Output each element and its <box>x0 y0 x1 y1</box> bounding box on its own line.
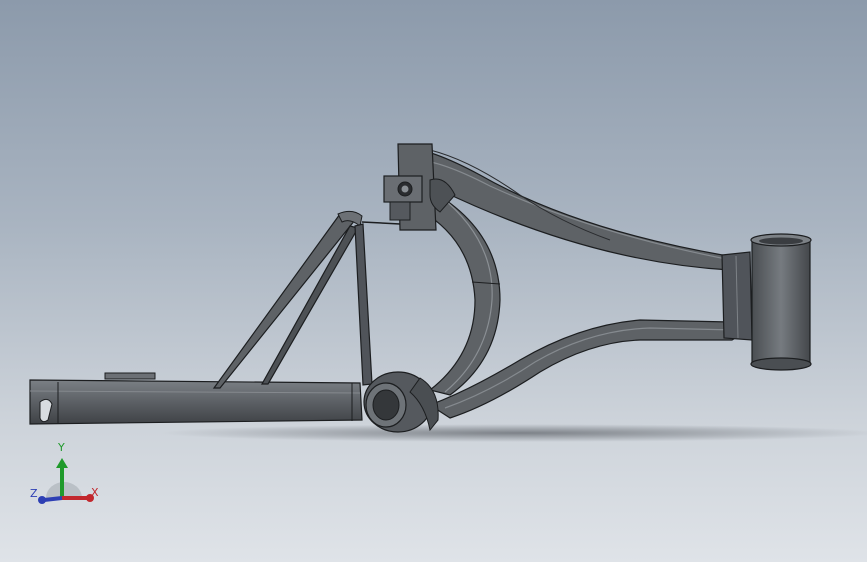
y-axis-label: Y <box>58 441 65 454</box>
axle-cylinder[interactable] <box>750 233 812 371</box>
coordinate-triad: Y X Z <box>18 436 118 516</box>
ground-shadow <box>160 424 867 442</box>
z-axis-label: Z <box>30 487 38 500</box>
support-strut[interactable] <box>212 210 401 389</box>
x-axis-label: X <box>91 486 99 499</box>
graphics-viewport[interactable]: Y X Z <box>0 0 867 562</box>
pivot-bushing[interactable] <box>363 371 439 433</box>
swingarm-model[interactable] <box>0 0 867 562</box>
triad-graphic <box>38 458 94 504</box>
rear-link[interactable] <box>721 251 753 341</box>
lower-rail[interactable] <box>29 372 363 425</box>
z-axis-arrow <box>43 496 63 502</box>
